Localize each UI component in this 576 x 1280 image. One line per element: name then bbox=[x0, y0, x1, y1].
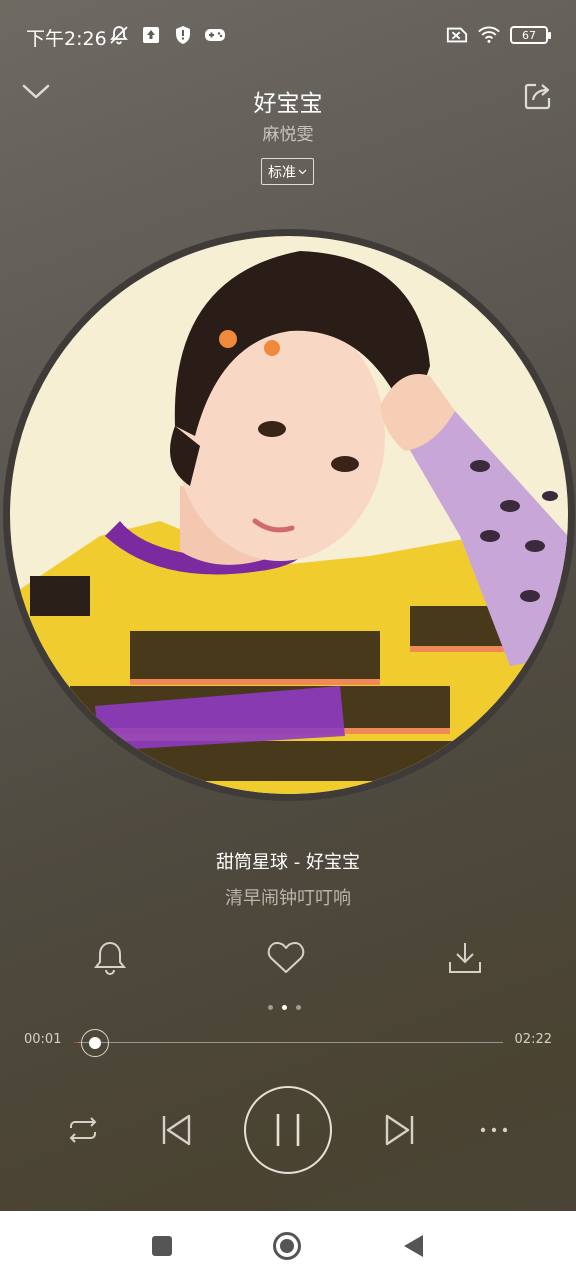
progress-track[interactable] bbox=[74, 1042, 503, 1043]
current-time: 00:01 bbox=[24, 1032, 62, 1047]
favorite-heart-icon[interactable] bbox=[264, 936, 308, 980]
page-dot bbox=[296, 1005, 301, 1010]
quality-label: 标准 bbox=[268, 164, 296, 181]
battery-icon: 67 bbox=[510, 26, 551, 44]
status-icons-left bbox=[108, 24, 226, 46]
gamepad-icon bbox=[204, 24, 226, 46]
status-icons-right: 67 bbox=[446, 24, 551, 46]
page-dot bbox=[268, 1005, 273, 1010]
chevron-down-icon bbox=[298, 169, 307, 174]
album-cover-image[interactable] bbox=[10, 236, 568, 794]
status-time: 下午2:26 bbox=[26, 28, 107, 50]
pause-icon bbox=[276, 1114, 300, 1146]
previous-icon[interactable] bbox=[156, 1110, 196, 1150]
share-icon[interactable] bbox=[522, 80, 556, 114]
wifi-icon bbox=[478, 24, 500, 46]
total-time: 02:22 bbox=[514, 1032, 552, 1047]
artist-name[interactable]: 麻悦雯 bbox=[0, 120, 576, 145]
track-info[interactable]: 甜筒星球 - 好宝宝 bbox=[0, 848, 576, 874]
page-indicator bbox=[268, 1005, 301, 1010]
home-circle-icon[interactable] bbox=[272, 1231, 302, 1261]
upload-icon bbox=[140, 24, 162, 46]
recents-square-icon[interactable] bbox=[147, 1231, 177, 1261]
next-icon[interactable] bbox=[380, 1110, 420, 1150]
mute-bell-icon bbox=[108, 24, 130, 46]
system-nav-bar bbox=[0, 1211, 576, 1280]
shield-icon bbox=[172, 24, 194, 46]
pause-button[interactable] bbox=[244, 1086, 332, 1174]
back-triangle-icon[interactable] bbox=[398, 1231, 428, 1261]
page-title: 好宝宝 bbox=[253, 91, 323, 117]
progress-thumb[interactable] bbox=[81, 1029, 109, 1057]
quality-select-button[interactable]: 标准 bbox=[261, 158, 314, 185]
page-dot-active bbox=[282, 1005, 287, 1010]
lyric-line[interactable]: 清早闹钟叮叮响 bbox=[0, 884, 576, 910]
repeat-icon[interactable] bbox=[62, 1112, 104, 1148]
progress-fill bbox=[74, 1042, 78, 1043]
ringtone-bell-icon[interactable] bbox=[88, 936, 132, 980]
sim-off-icon bbox=[446, 24, 468, 46]
download-icon[interactable] bbox=[443, 936, 487, 980]
more-icon[interactable] bbox=[474, 1116, 514, 1144]
status-bar: 下午2:26 67 bbox=[0, 0, 576, 72]
battery-level: 67 bbox=[522, 28, 536, 42]
